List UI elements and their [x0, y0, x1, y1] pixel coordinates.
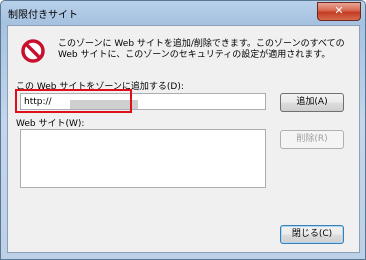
- close-button[interactable]: 閉じる(C): [280, 225, 344, 244]
- title-bar[interactable]: 制限付きサイト ✕: [1, 1, 365, 25]
- dialog-body: このゾーンに Web サイトを追加/削除できます。このゾーンのすべての Web …: [7, 25, 360, 253]
- remove-button[interactable]: 削除(R): [280, 130, 344, 149]
- web-sites-list[interactable]: [20, 129, 266, 188]
- dialog-window: 制限付きサイト ✕ このゾーンに Web サイトを追加/削除できます。このゾーン…: [0, 0, 366, 260]
- window-title: 制限付きサイト: [8, 10, 78, 21]
- window-close-button[interactable]: ✕: [317, 2, 361, 21]
- prohibit-icon: [21, 39, 45, 63]
- web-sites-label: Web サイト(W):: [16, 119, 85, 129]
- add-button[interactable]: 追加(A): [280, 93, 344, 112]
- zone-message: このゾーンに Web サイトを追加/削除できます。このゾーンのすべての Web …: [58, 39, 345, 60]
- close-icon: ✕: [334, 4, 344, 17]
- url-highlight-box: [15, 89, 132, 113]
